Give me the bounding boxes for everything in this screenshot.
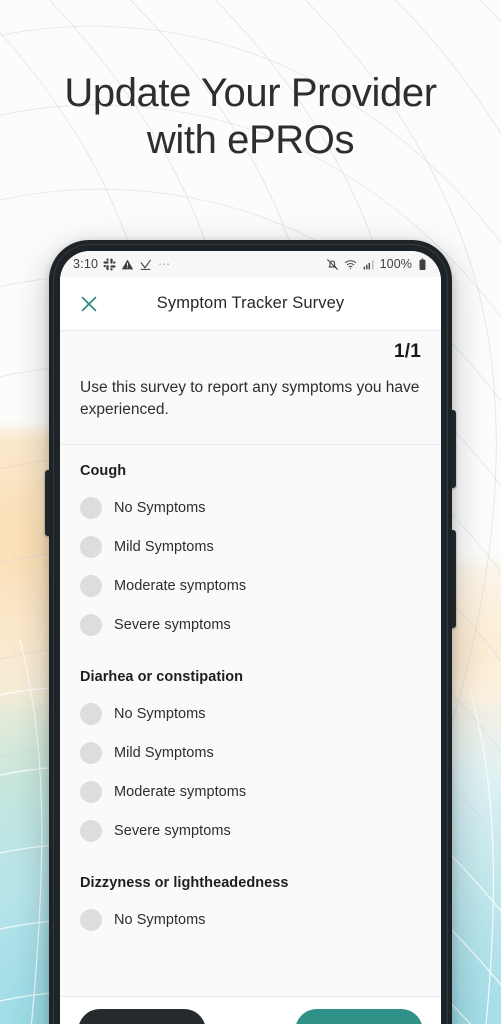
radio-button-icon[interactable]: [80, 614, 102, 637]
option-row[interactable]: Moderate symptoms: [80, 567, 421, 606]
wifi-icon: [344, 258, 357, 271]
radio-button-icon[interactable]: [80, 536, 102, 559]
hero-line-2: with ePROs: [146, 118, 355, 163]
checkmark-down-icon: [139, 258, 152, 271]
survey-scroll-area[interactable]: 1/1 Use this survey to report any sympto…: [60, 331, 441, 996]
next-button[interactable]: Next: [295, 1009, 423, 1024]
survey-description: Use this survey to report any symptoms y…: [80, 379, 420, 419]
question-block-cough: Cough No Symptoms Mild Symptoms Moderate…: [60, 444, 441, 651]
cellular-signal-icon: [362, 258, 375, 271]
radio-button-icon[interactable]: [80, 575, 102, 598]
option-label: Moderate symptoms: [114, 578, 247, 595]
option-label: Severe symptoms: [114, 617, 231, 634]
phone-screen: 3:10 ⋯ 100% Symptom Tracker Survey 1/1 U…: [60, 251, 441, 1024]
status-bar-clock: 3:10: [73, 257, 99, 271]
option-label: No Symptoms: [114, 706, 206, 723]
option-row[interactable]: Severe symptoms: [80, 812, 421, 851]
overflow-dots-icon: ⋯: [158, 257, 172, 271]
phone-button-power[interactable]: [451, 530, 456, 628]
radio-button-icon[interactable]: [80, 909, 102, 932]
option-label: No Symptoms: [114, 500, 206, 517]
battery-icon: [417, 258, 428, 271]
option-label: Mild Symptoms: [114, 539, 214, 556]
radio-button-icon[interactable]: [80, 742, 102, 765]
status-bar-right: 100%: [326, 257, 428, 271]
radio-button-icon[interactable]: [80, 820, 102, 843]
survey-intro-card: 1/1 Use this survey to report any sympto…: [60, 331, 441, 445]
radio-button-icon[interactable]: [80, 703, 102, 726]
status-bar: 3:10 ⋯ 100%: [60, 251, 441, 277]
app-bar: Symptom Tracker Survey: [60, 277, 441, 331]
question-title: Dizzyness or lightheadedness: [80, 874, 289, 891]
question-title: Diarhea or constipation: [80, 668, 244, 685]
option-label: Mild Symptoms: [114, 745, 214, 762]
warning-triangle-icon: [121, 258, 134, 271]
option-label: No Symptoms: [114, 912, 206, 929]
phone-button-volume[interactable]: [451, 410, 456, 488]
mute-bell-icon: [326, 258, 339, 271]
question-block-dizzyness: Dizzyness or lightheadedness No Symptoms: [60, 856, 441, 946]
phone-button-left[interactable]: [45, 470, 50, 536]
survey-action-bar: Previous Next: [60, 996, 441, 1024]
option-row[interactable]: No Symptoms: [80, 489, 421, 528]
phone-mockup: 3:10 ⋯ 100% Symptom Tracker Survey 1/1 U…: [45, 240, 456, 1024]
radio-button-icon[interactable]: [80, 497, 102, 520]
option-label: Severe symptoms: [114, 823, 231, 840]
status-bar-left: 3:10 ⋯: [73, 257, 171, 271]
option-row[interactable]: Mild Symptoms: [80, 528, 421, 567]
close-icon[interactable]: [78, 293, 100, 315]
option-row[interactable]: No Symptoms: [80, 901, 421, 940]
battery-percent-label: 100%: [379, 257, 412, 271]
hero-line-1: Update Your Provider: [64, 71, 437, 115]
question-title: Cough: [80, 462, 127, 479]
option-row[interactable]: Severe symptoms: [80, 606, 421, 645]
slack-icon: [103, 257, 116, 271]
page-counter: 1/1: [393, 341, 421, 362]
option-row[interactable]: No Symptoms: [80, 695, 421, 734]
option-row[interactable]: Mild Symptoms: [80, 734, 421, 773]
question-block-diarhea: Diarhea or constipation No Symptoms Mild…: [60, 650, 441, 857]
hero-heading: Update Your Provider with ePROs: [0, 70, 501, 164]
page-title: Symptom Tracker Survey: [156, 294, 345, 312]
previous-button[interactable]: Previous: [78, 1009, 206, 1024]
option-label: Moderate symptoms: [114, 784, 247, 801]
radio-button-icon[interactable]: [80, 781, 102, 804]
option-row[interactable]: Moderate symptoms: [80, 773, 421, 812]
